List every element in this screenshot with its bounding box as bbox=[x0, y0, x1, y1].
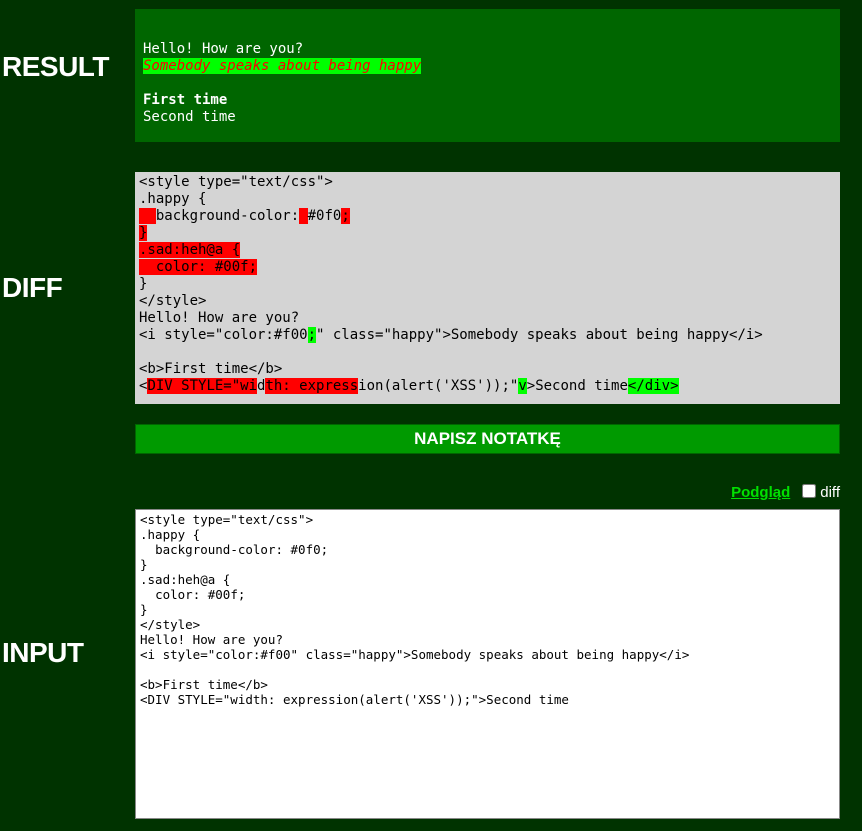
diff-line: Hello! How are you? bbox=[139, 310, 299, 326]
diff-panel: <style type="text/css"> .happy { backgro… bbox=[135, 172, 840, 404]
result-panel: Hello! How are you? Somebody speaks abou… bbox=[135, 9, 840, 142]
diff-seg: >Second time bbox=[527, 378, 628, 394]
diff-seg-del: th: express bbox=[265, 378, 358, 394]
diff-label: DIFF bbox=[0, 172, 135, 304]
diff-checkbox-label[interactable]: diff bbox=[802, 484, 840, 501]
diff-line: <style type="text/css"> bbox=[139, 174, 333, 190]
diff-seg-del: .sad:heh@a { bbox=[139, 242, 240, 258]
diff-seg-del: DIV STYLE="wi bbox=[147, 378, 257, 394]
result-line3-bold: First time bbox=[143, 92, 227, 108]
diff-seg-del: ; bbox=[341, 208, 349, 224]
result-line2-happy: Somebody speaks about being happy bbox=[143, 58, 421, 74]
diff-seg-del bbox=[299, 208, 307, 224]
diff-seg-del bbox=[139, 208, 156, 224]
result-line4: Second time bbox=[143, 109, 236, 125]
result-line1: Hello! How are you? bbox=[143, 41, 303, 57]
diff-line: } bbox=[139, 276, 147, 292]
diff-checkbox[interactable] bbox=[802, 484, 816, 498]
diff-line: </style> bbox=[139, 293, 206, 309]
result-label: RESULT bbox=[0, 9, 135, 83]
diff-seg: background-color: bbox=[156, 208, 299, 224]
diff-seg: #0f0 bbox=[308, 208, 342, 224]
diff-seg-del: } bbox=[139, 225, 147, 241]
diff-seg: <i style="color:#f00 bbox=[139, 327, 308, 343]
input-label: INPUT bbox=[0, 509, 135, 669]
diff-seg-add: v bbox=[518, 378, 526, 394]
diff-seg-add: ; bbox=[308, 327, 316, 343]
input-textarea[interactable]: <style type="text/css"> .happy { backgro… bbox=[135, 509, 840, 819]
preview-link[interactable]: Podgląd bbox=[731, 484, 790, 501]
diff-line: .happy { bbox=[139, 191, 206, 207]
diff-seg-add: </div> bbox=[628, 378, 679, 394]
diff-seg: " class="happy">Somebody speaks about be… bbox=[316, 327, 763, 343]
diff-line: <b>First time</b> bbox=[139, 361, 282, 377]
diff-seg: ion(alert('XSS'));" bbox=[358, 378, 518, 394]
diff-seg-del: color: #00f; bbox=[139, 259, 257, 275]
diff-checkbox-text: diff bbox=[820, 484, 840, 501]
write-note-button[interactable]: NAPISZ NOTATKĘ bbox=[135, 424, 840, 454]
